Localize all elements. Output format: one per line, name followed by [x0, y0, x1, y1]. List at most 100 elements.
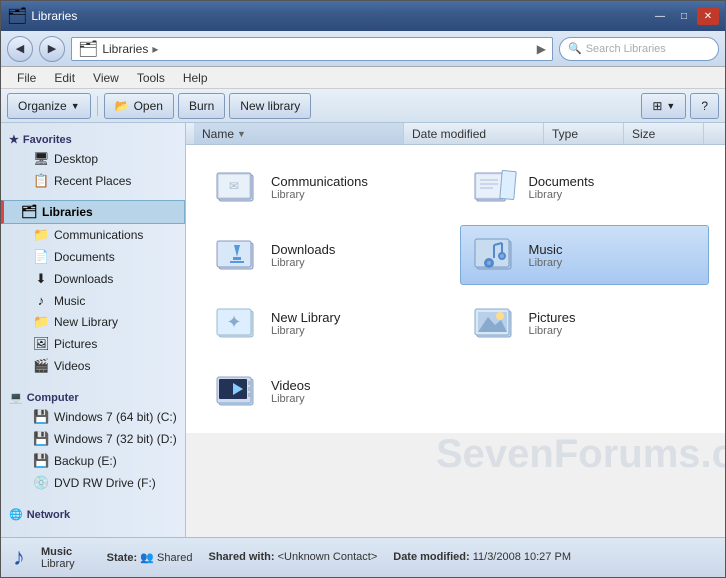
- col-name[interactable]: Name ▼: [194, 123, 404, 144]
- sidebar-item-videos[interactable]: 🎬 Videos: [1, 355, 185, 377]
- svg-text:✉: ✉: [229, 179, 239, 193]
- new-library-button[interactable]: New library: [229, 93, 311, 119]
- newlibrary-lib-info: New Library Library: [271, 310, 441, 337]
- sidebar-item-music[interactable]: ♪ Music: [1, 290, 185, 311]
- sidebar-item-d[interactable]: 💾 Windows 7 (32 bit) (D:): [1, 428, 185, 450]
- music-lib-icon: [471, 234, 519, 276]
- status-shared-label: Shared with:: [209, 551, 275, 563]
- list-item[interactable]: Pictures Library: [460, 293, 710, 353]
- menu-tools[interactable]: Tools: [129, 69, 173, 87]
- status-item-name: Music: [41, 546, 72, 558]
- back-button[interactable]: ◀: [7, 36, 33, 62]
- toolbar-separator-1: [97, 96, 98, 116]
- col-date[interactable]: Date modified: [404, 123, 544, 144]
- sidebar-item-libraries[interactable]: 🗂 Libraries: [1, 200, 185, 224]
- list-item[interactable]: ✦ New Library Library: [202, 293, 452, 353]
- newlib-icon: 📁: [33, 314, 49, 330]
- menu-help[interactable]: Help: [175, 69, 216, 87]
- open-label: Open: [134, 99, 163, 113]
- downloads-lib-info: Downloads Library: [271, 242, 441, 269]
- sidebar-item-newlibrary[interactable]: 📁 New Library: [1, 311, 185, 333]
- list-item[interactable]: Music Library: [460, 225, 710, 285]
- status-name-row: Music: [41, 546, 75, 558]
- sidebar-item-c[interactable]: 💾 Windows 7 (64 bit) (C:): [1, 406, 185, 428]
- col-date-label: Date modified: [412, 127, 486, 141]
- sidebar-d-label: Windows 7 (32 bit) (D:): [54, 432, 177, 446]
- status-extra: State: 👥 Shared Shared with: <Unknown Co…: [107, 551, 571, 564]
- file-area-wrapper: Name ▼ Date modified Type Size SevenForu…: [186, 123, 725, 537]
- sidebar-c-label: Windows 7 (64 bit) (C:): [54, 410, 177, 424]
- view-button[interactable]: ⊞ ▼: [641, 93, 686, 119]
- list-item[interactable]: Downloads Library: [202, 225, 452, 285]
- newlibrary-lib-icon: ✦: [213, 302, 261, 344]
- list-item[interactable]: ✉ Communications Library: [202, 157, 452, 217]
- favorites-header[interactable]: ★ Favorites: [1, 127, 185, 148]
- pictures-lib-icon: [471, 302, 519, 344]
- favorites-label: Favorites: [23, 134, 72, 146]
- status-state-label: State:: [107, 552, 138, 564]
- sidebar-music-label: Music: [54, 294, 85, 308]
- list-item[interactable]: Videos Library: [202, 361, 452, 421]
- menu-edit[interactable]: Edit: [46, 69, 83, 87]
- forward-button[interactable]: ▶: [39, 36, 65, 62]
- network-header[interactable]: 🌐 Network: [1, 502, 185, 523]
- menu-view[interactable]: View: [85, 69, 127, 87]
- burn-button[interactable]: Burn: [178, 93, 225, 119]
- status-date-label: Date modified:: [393, 551, 469, 563]
- sidebar-item-pictures[interactable]: 🖼 Pictures: [1, 333, 185, 355]
- search-box[interactable]: 🔍 Search Libraries: [559, 37, 719, 61]
- libraries-section: 🗂 Libraries 📁 Communications 📄 Documents…: [1, 196, 185, 381]
- recent-icon: 📋: [33, 173, 49, 189]
- communications-lib-name: Communications: [271, 174, 441, 189]
- computer-header[interactable]: 💻 Computer: [1, 385, 185, 406]
- status-info: Music Library: [41, 546, 75, 570]
- sidebar-item-downloads[interactable]: ⬇ Downloads: [1, 268, 185, 290]
- sidebar-item-e[interactable]: 💾 Backup (E:): [1, 450, 185, 472]
- favorites-section: ★ Favorites 🖥 Desktop 📋 Recent Places: [1, 123, 185, 196]
- organize-dropdown-icon: ▼: [71, 101, 80, 111]
- status-state: State: 👥 Shared: [107, 551, 193, 564]
- watermark: SevenForums.com: [436, 432, 725, 477]
- status-state-value: Shared: [157, 552, 192, 564]
- address-text: Libraries: [102, 42, 148, 56]
- pictures-icon: 🖼: [33, 336, 49, 352]
- music-lib-name: Music: [529, 242, 699, 257]
- nav-bar: ◀ ▶ 🗂 Libraries ▸ ▶ 🔍 Search Libraries: [1, 31, 725, 67]
- sidebar-item-recent[interactable]: 📋 Recent Places: [1, 170, 185, 192]
- address-bar[interactable]: 🗂 Libraries ▸ ▶: [71, 37, 553, 61]
- organize-button[interactable]: Organize ▼: [7, 93, 91, 119]
- close-button[interactable]: ✕: [697, 7, 719, 25]
- list-item[interactable]: Documents Library: [460, 157, 710, 217]
- open-button[interactable]: 📂 Open: [104, 93, 174, 119]
- sidebar-item-f[interactable]: 💿 DVD RW Drive (F:): [1, 472, 185, 494]
- address-refresh[interactable]: ▶: [537, 42, 546, 56]
- pictures-lib-type: Library: [529, 325, 699, 337]
- sidebar-comm-label: Communications: [54, 228, 143, 242]
- sidebar-item-documents[interactable]: 📄 Documents: [1, 246, 185, 268]
- col-size[interactable]: Size: [624, 123, 704, 144]
- maximize-button[interactable]: □: [673, 7, 695, 25]
- menu-file[interactable]: File: [9, 69, 44, 87]
- address-icon: 🗂: [78, 39, 98, 59]
- file-grid: ✉ Communications Library: [186, 145, 725, 433]
- title-bar: 🗂 Libraries — □ ✕: [1, 1, 725, 31]
- status-date-value: 11/3/2008 10:27 PM: [473, 551, 571, 563]
- comm-folder-icon: 📁: [33, 227, 49, 243]
- sidebar-item-desktop[interactable]: 🖥 Desktop: [1, 148, 185, 170]
- computer-section: 💻 Computer 💾 Windows 7 (64 bit) (C:) 💾 W…: [1, 381, 185, 498]
- toolbar-right: ⊞ ▼ ?: [641, 93, 719, 119]
- doc-icon: 📄: [33, 249, 49, 265]
- explorer-window: 🗂 Libraries — □ ✕ ◀ ▶ 🗂 Libraries ▸ ▶ 🔍 …: [0, 0, 726, 578]
- minimize-button[interactable]: —: [649, 7, 671, 25]
- music-icon: ♪: [33, 293, 49, 308]
- col-name-sort-icon: ▼: [237, 129, 246, 139]
- status-music-icon: ♪: [13, 544, 25, 572]
- drive-d-icon: 💾: [33, 431, 49, 447]
- help-button[interactable]: ?: [690, 93, 719, 119]
- title-bar-left: 🗂 Libraries: [7, 6, 649, 26]
- drive-e-icon: 💾: [33, 453, 49, 469]
- communications-lib-type: Library: [271, 189, 441, 201]
- sidebar-item-communications[interactable]: 📁 Communications: [1, 224, 185, 246]
- col-type[interactable]: Type: [544, 123, 624, 144]
- search-icon: 🔍: [568, 42, 582, 55]
